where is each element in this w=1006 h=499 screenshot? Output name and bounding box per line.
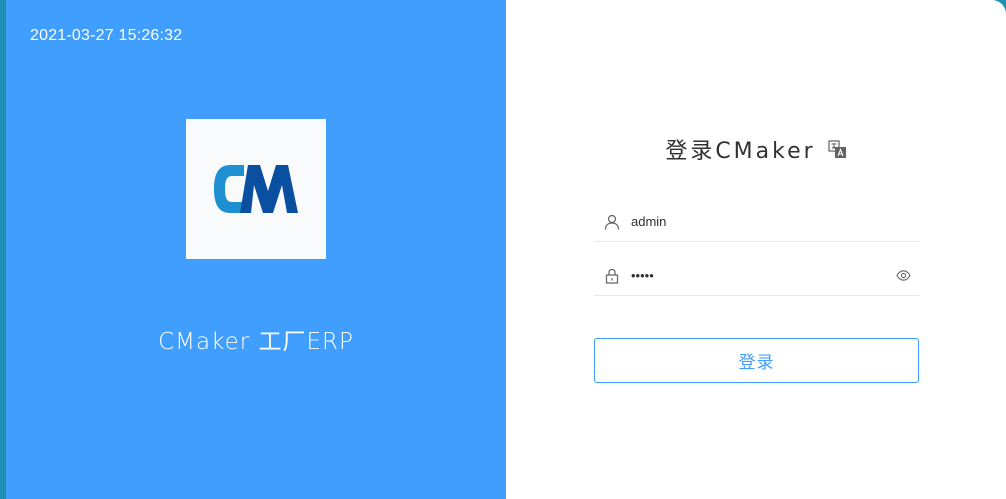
username-input[interactable] — [622, 202, 919, 241]
current-datetime: 2021-03-27 15:26:32 — [30, 27, 183, 44]
username-field — [594, 202, 919, 242]
cm-logo-icon — [214, 165, 298, 213]
password-input[interactable] — [622, 256, 893, 295]
password-field — [594, 256, 919, 296]
user-icon — [602, 212, 622, 232]
login-panel: 登录CMaker admin 登录 — [506, 0, 1006, 499]
app-logo — [186, 119, 326, 259]
translate-icon[interactable] — [828, 139, 847, 159]
login-page: 2021-03-27 15:26:32 CMaker 工厂ERP 登录CMake… — [6, 0, 1006, 499]
login-title: 登录CMaker — [665, 139, 816, 164]
login-button[interactable]: 登录 — [594, 338, 919, 383]
lock-icon — [602, 266, 622, 286]
login-title-row: 登录CMaker — [506, 133, 1006, 165]
brand-panel: 2021-03-27 15:26:32 CMaker 工厂ERP — [6, 0, 506, 499]
eye-icon[interactable] — [893, 266, 913, 286]
app-name: CMaker 工厂ERP — [158, 329, 354, 355]
